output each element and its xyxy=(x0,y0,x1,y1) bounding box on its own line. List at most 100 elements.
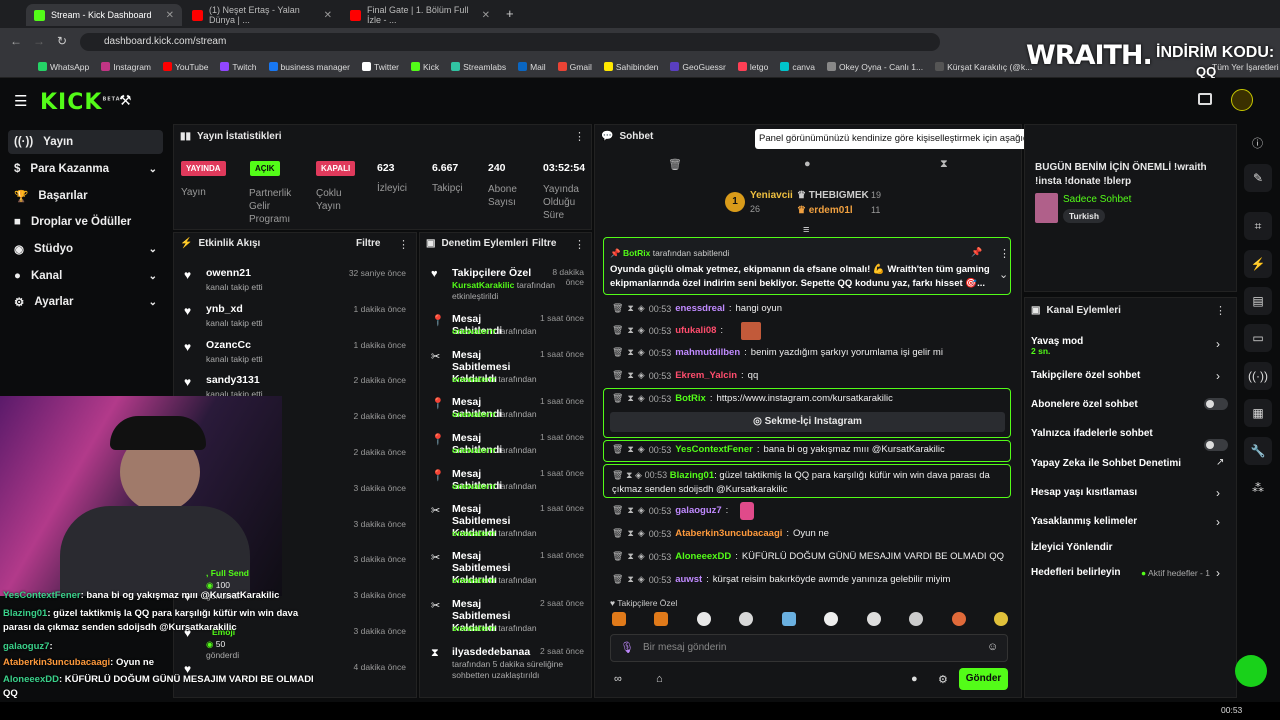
emote-icon[interactable] xyxy=(824,612,839,626)
bookmark-youtube[interactable]: YouTube xyxy=(163,62,208,72)
trash-icon[interactable]: 🗑 xyxy=(612,325,623,336)
hammer-icon[interactable]: ⚒ xyxy=(119,92,132,109)
pinned-more-icon[interactable]: ⋮ xyxy=(999,247,1010,260)
channel-action[interactable]: İzleyici Yönlendir xyxy=(1031,541,1227,559)
shield-icon[interactable]: ◈ xyxy=(638,347,645,358)
channel-more-icon[interactable]: ⋮ xyxy=(1215,304,1226,317)
gear-icon[interactable]: ⚙ xyxy=(938,673,948,686)
bolt-icon[interactable]: ⚡ xyxy=(1244,250,1272,278)
tab-youtube-2[interactable]: Final Gate | 1. Bölüm Full İzle - ... ✕ xyxy=(342,4,498,26)
bookmark-letgo[interactable]: letgo xyxy=(737,62,768,72)
channel-action[interactable]: Yavaş mod xyxy=(1031,335,1227,353)
trash-icon[interactable]: 🗑 xyxy=(612,444,623,455)
stack-icon[interactable]: ▦ xyxy=(1244,399,1272,427)
kick-logo[interactable]: KICKBETA xyxy=(40,90,121,115)
bookmark-twitter[interactable]: Twitter xyxy=(361,62,399,72)
edit-icon[interactable]: ✎ xyxy=(1244,164,1272,192)
chat-username[interactable]: YesContextFener xyxy=(675,444,753,455)
apps-icon[interactable]: ⁂ xyxy=(1244,474,1272,502)
activity-name[interactable]: owenn21 xyxy=(206,267,251,279)
channel-action[interactable]: Yalnızca ifadelerle sohbet xyxy=(1031,427,1227,445)
language-tag[interactable]: Turkish xyxy=(1063,209,1106,223)
channel-action[interactable]: Abonelere özel sohbet xyxy=(1031,398,1227,416)
hourglass-icon[interactable]: ⧗ xyxy=(626,470,632,480)
emote-icon[interactable] xyxy=(696,612,711,626)
trash-icon[interactable]: 🗑 xyxy=(612,347,623,358)
send-button[interactable]: Gönder xyxy=(959,668,1008,690)
hourglass-icon[interactable]: ⧗ xyxy=(627,528,633,539)
menu-icon[interactable]: ☰ xyxy=(14,92,27,110)
back-icon[interactable]: ← xyxy=(10,34,22,48)
shield-icon[interactable]: ◈ xyxy=(635,470,642,480)
emote-icon[interactable] xyxy=(612,612,626,626)
sidebar-item-basarilar[interactable]: 🏆 Başarılar xyxy=(8,184,163,208)
emote-icon[interactable] xyxy=(739,612,754,626)
emote-icon[interactable] xyxy=(781,612,796,626)
chevron-down-icon[interactable]: ⌄ xyxy=(999,268,1008,281)
collapse-icon[interactable]: ≡ xyxy=(803,224,809,236)
emote-icon[interactable] xyxy=(951,612,966,626)
status-indicator[interactable] xyxy=(1235,655,1267,687)
chat-username[interactable]: mahmutdilben xyxy=(675,347,740,358)
trash-icon[interactable]: 🗑 xyxy=(612,370,623,381)
bookmark-geoguessr[interactable]: GeoGuessr xyxy=(670,62,726,72)
forward-icon[interactable]: → xyxy=(33,34,45,48)
chevron-right-icon[interactable]: › xyxy=(1216,369,1220,383)
pin-icon[interactable]: 📌 xyxy=(971,247,982,258)
chevron-right-icon[interactable]: › xyxy=(1216,486,1220,500)
store-icon[interactable]: ⌂ xyxy=(656,673,663,685)
bookmark-kursat[interactable]: Kürşat Karakılıç (@k... xyxy=(935,62,1032,72)
trash-icon[interactable]: 🗑 xyxy=(612,528,623,539)
bookmark-mail[interactable]: Mail xyxy=(518,62,546,72)
info-icon[interactable]: ⓘ xyxy=(1252,135,1263,151)
sidebar-item-kanal[interactable]: ● Kanal ⌄ xyxy=(8,264,163,288)
shield-icon[interactable]: ◈ xyxy=(638,551,645,562)
trash-icon[interactable]: 🗑 xyxy=(612,393,623,404)
trash-icon[interactable]: 🗑 xyxy=(612,551,623,562)
shield-icon[interactable]: ◈ xyxy=(638,574,645,585)
chevron-right-icon[interactable]: › xyxy=(1216,566,1220,580)
close-tab-icon[interactable]: ✕ xyxy=(482,10,490,21)
chat-icon[interactable]: ▭ xyxy=(1244,324,1272,352)
bookmark-instagram[interactable]: Instagram xyxy=(101,62,151,72)
leader-2[interactable]: ♛ THEBIGMEK xyxy=(797,190,869,201)
trash-icon[interactable]: 🗑 xyxy=(612,470,623,480)
trash-icon[interactable]: 🗑 xyxy=(612,303,623,314)
url-bar[interactable]: dashboard.kick.com/stream xyxy=(80,33,940,51)
activity-name[interactable]: ynb_xd xyxy=(206,303,243,315)
chat-username[interactable]: Blazing01 xyxy=(670,470,714,481)
stream-preview-icon[interactable] xyxy=(1198,93,1212,105)
shield-icon[interactable]: ◈ xyxy=(638,370,645,381)
wrench-icon[interactable]: 🔧 xyxy=(1244,437,1272,465)
hourglass-icon[interactable]: ⧗ xyxy=(627,370,633,381)
bookmark-streamlabs[interactable]: Streamlabs xyxy=(451,62,506,72)
toggle-switch[interactable] xyxy=(1204,439,1228,451)
trash-icon[interactable]: 🗑 xyxy=(612,574,623,585)
chevron-right-icon[interactable]: › xyxy=(1216,337,1220,351)
hourglass-icon[interactable]: ⧗ xyxy=(627,551,633,562)
chat-username[interactable]: auwst xyxy=(675,574,702,585)
chat-bubble-icon[interactable]: ● xyxy=(911,673,918,685)
trash-icon[interactable]: 🗑 xyxy=(612,505,623,516)
chat-username[interactable]: AloneeexDD xyxy=(675,551,731,562)
tab-youtube-1[interactable]: (1) Neşet Ertaş - Yalan Dünya | ... ✕ xyxy=(184,4,340,26)
leader-1[interactable]: Yeniavcii xyxy=(750,190,793,201)
sidebar-item-droplar[interactable]: ■ Droplar ve Ödüller xyxy=(8,210,163,234)
shield-icon[interactable]: ◈ xyxy=(638,325,645,336)
moderation-more-icon[interactable]: ⋮ xyxy=(574,238,585,251)
bookmark-canva[interactable]: canva xyxy=(780,62,815,72)
hourglass-icon[interactable]: ⧗ xyxy=(627,393,633,404)
shield-icon[interactable]: ◈ xyxy=(638,528,645,539)
sidebar-item-studyo[interactable]: ◉ Stüdyo ⌄ xyxy=(8,237,163,261)
link-icon[interactable]: ∞ xyxy=(614,673,622,685)
all-bookmarks[interactable]: Tüm Yer İşaretleri xyxy=(1212,62,1279,72)
bookmark-whatsapp[interactable]: WhatsApp xyxy=(38,62,89,72)
hourglass-icon[interactable]: ⧗ xyxy=(627,325,633,336)
hourglass-icon[interactable]: ⧗ xyxy=(940,158,948,171)
emote-icon[interactable] xyxy=(866,612,881,626)
shield-icon[interactable]: ◈ xyxy=(638,393,645,404)
channel-action[interactable]: Yapay Zeka ile Sohbet Denetimi xyxy=(1031,457,1227,475)
category-link[interactable]: Sadece Sohbet xyxy=(1063,194,1131,205)
mic-icon[interactable]: 🎙 xyxy=(620,641,634,654)
moderation-filter-button[interactable]: Filtre xyxy=(532,238,556,249)
